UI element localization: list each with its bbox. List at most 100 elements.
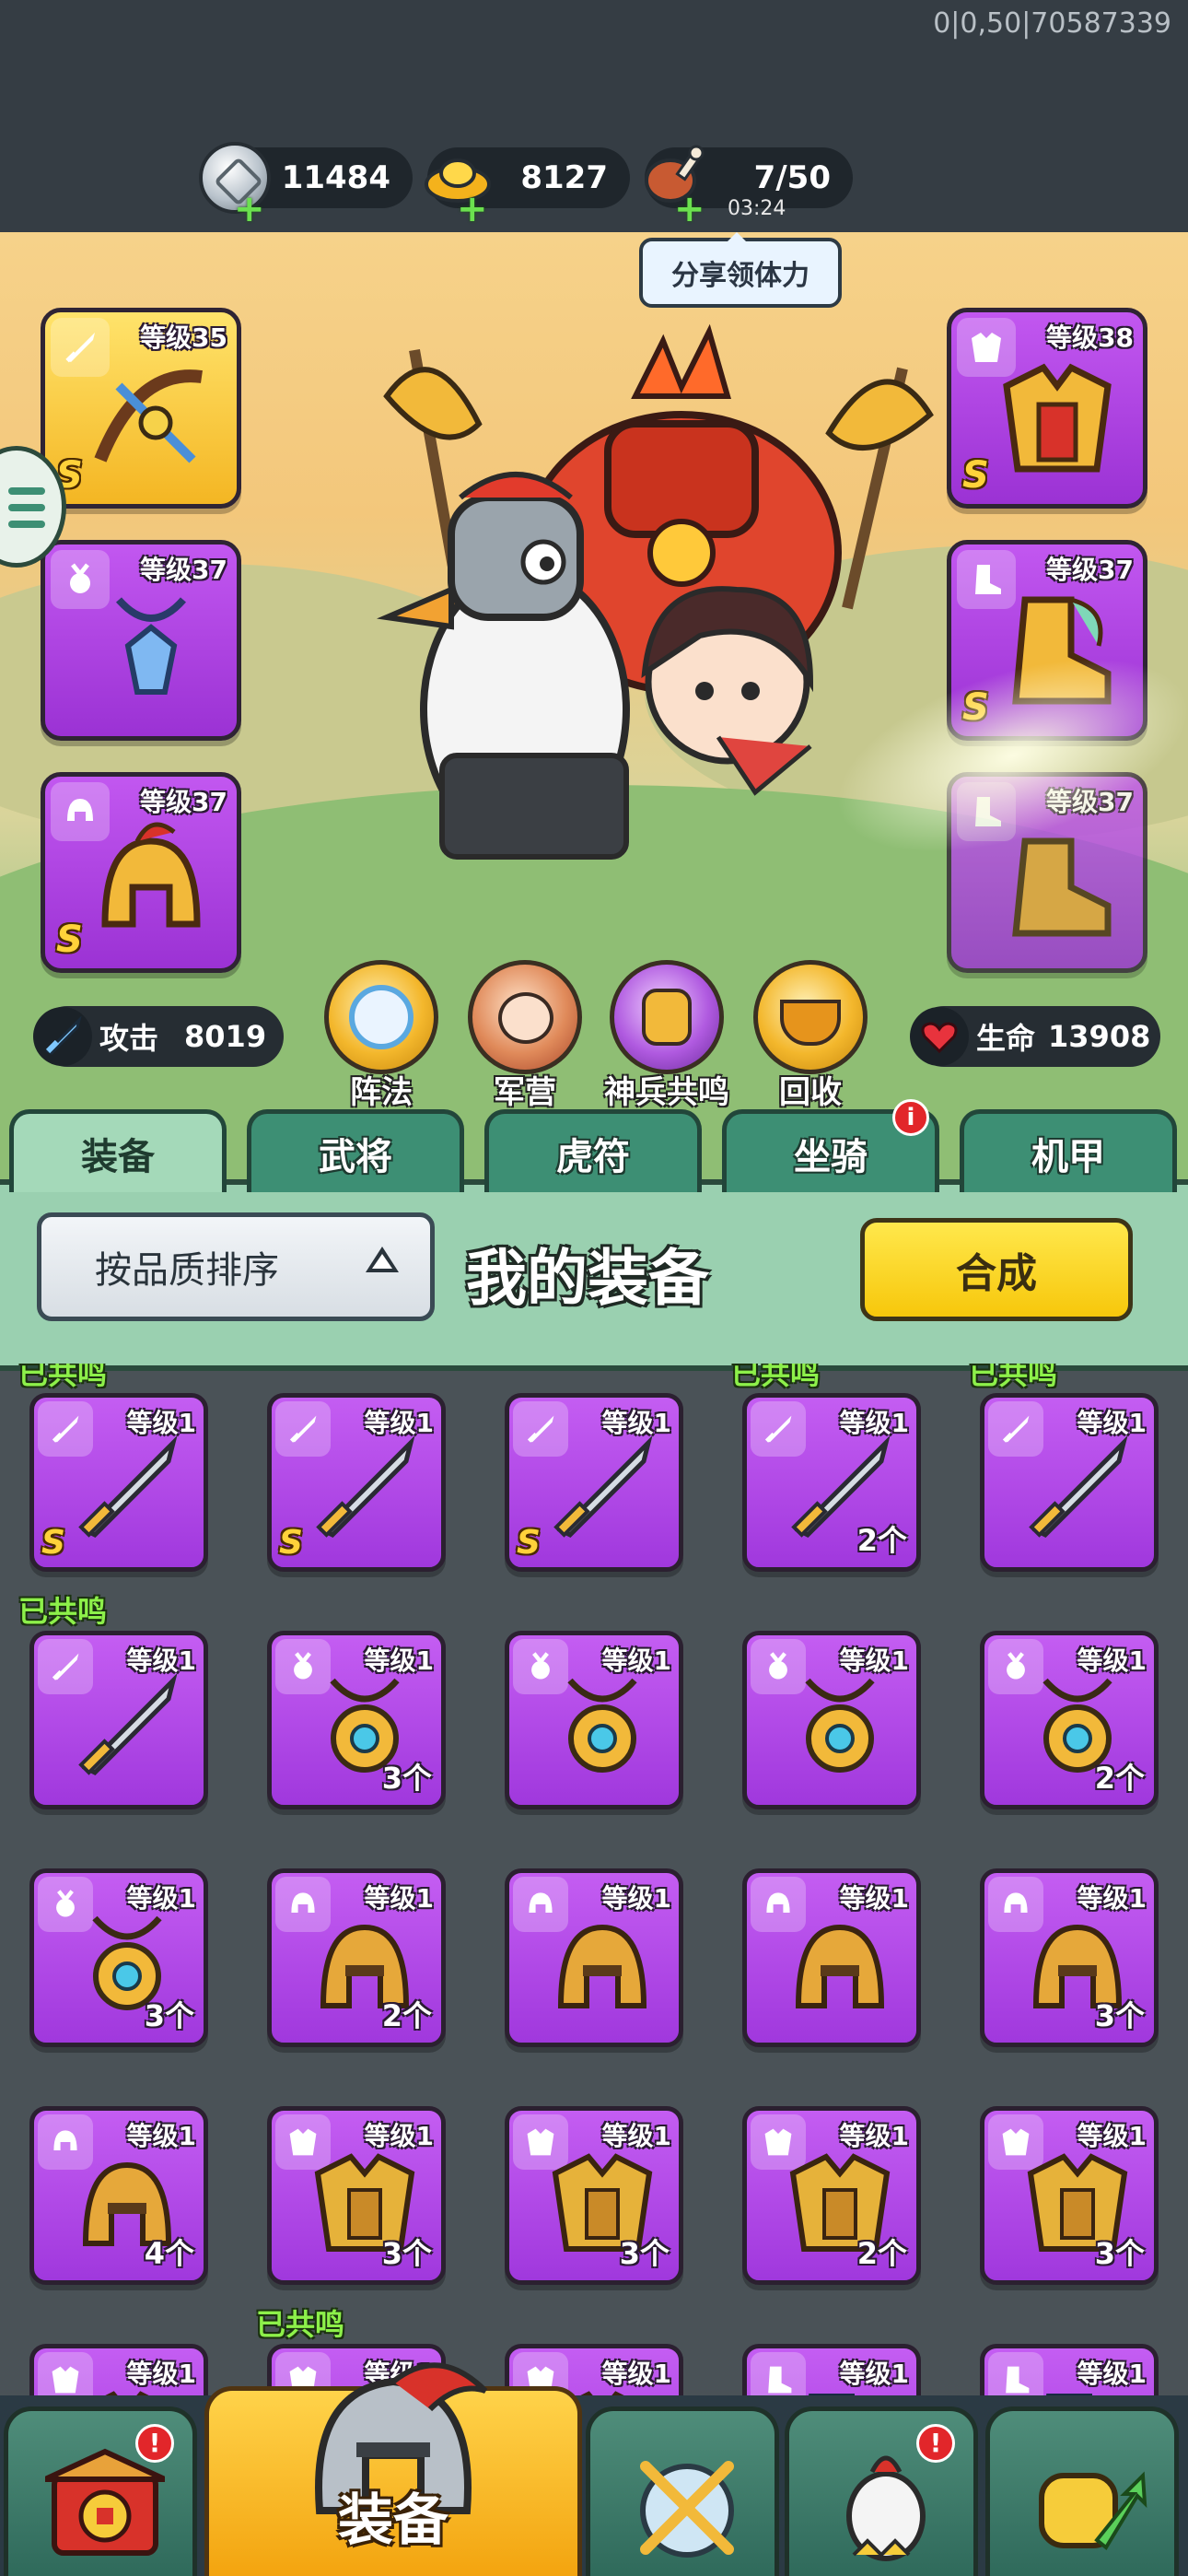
helmet-item-icon	[542, 1904, 662, 2024]
inventory-item[interactable]: 等级1 S	[505, 1393, 683, 1572]
inventory-item[interactable]: 等级1	[29, 1631, 208, 1809]
hero-characters-illustration	[376, 323, 934, 860]
item-count-text: 2个	[1094, 1761, 1145, 1796]
resonated-tag: 已共鸣	[256, 2307, 345, 2342]
inventory-item[interactable]: 等级1 2个	[742, 1393, 921, 1572]
attack-stat: 攻击 8019	[33, 1006, 284, 1067]
inventory-item[interactable]: 等级1	[980, 2344, 1159, 2395]
silver-resource[interactable]: + 11484	[199, 142, 413, 228]
recycle-button[interactable]: 回收	[746, 960, 875, 1112]
inventory-item[interactable]: 等级1	[742, 1868, 921, 2047]
nav-upgrade-button[interactable]	[985, 2406, 1179, 2576]
tab-equipment[interactable]: 装备	[9, 1109, 227, 1192]
attack-value: 8019	[184, 1019, 267, 1054]
inventory-item[interactable]: 等级1 3个	[505, 2106, 683, 2285]
equipped-armor-slot[interactable]: 等级38 S	[947, 308, 1147, 509]
hp-stat: 生命 13908	[910, 1006, 1160, 1067]
weapon-resonance-icon	[610, 960, 724, 1074]
inventory-item[interactable]: 等级1 S	[267, 1393, 446, 1572]
tab-mecha[interactable]: 机甲	[960, 1109, 1177, 1192]
item-count-text: 3个	[1094, 1998, 1145, 2033]
debug-id-text: 0|0,50|70587339	[933, 7, 1171, 40]
golden-helmet-icon	[101, 822, 201, 928]
attack-label: 攻击	[99, 1021, 159, 1056]
tab-mounts-label: 坐骑	[794, 1135, 868, 1178]
coin-gate-icon	[45, 2448, 165, 2556]
hp-label: 生命	[976, 1021, 1036, 1056]
sort-by-quality-select[interactable]: 按品质排序	[37, 1212, 435, 1321]
resonated-tag: 已共鸣	[18, 1364, 108, 1391]
inventory-item[interactable]: 等级1 4个	[29, 2106, 208, 2285]
share-for-stamina-button[interactable]: 分享领体力	[639, 232, 842, 308]
heart-icon	[910, 1007, 969, 1066]
tab-tiger-tally[interactable]: 虎符	[484, 1109, 702, 1192]
rarity-s-badge: S	[517, 1524, 541, 1562]
gold-resource[interactable]: + 8127	[425, 147, 630, 228]
inventory-item[interactable]: 等级1 3个	[980, 1868, 1159, 2047]
item-count-text: 3个	[381, 2236, 432, 2271]
inventory-grid: 等级1 S 已共鸣 等级1 S 等级1 S 等级1 2个 已共鸣 等级1 已共鸣 等级1 已共鸣 等级1 3个…	[0, 1364, 1188, 2395]
inventory-item[interactable]: 等级1	[29, 2344, 208, 2395]
formation-button[interactable]: 阵法	[317, 960, 446, 1112]
inventory-item[interactable]: 等级1 3个	[980, 2106, 1159, 2285]
inventory-item[interactable]: 等级1	[980, 1393, 1159, 1572]
nav-arena-button[interactable]	[586, 2406, 779, 2576]
nav-shop-button[interactable]: !	[4, 2406, 197, 2576]
inventory-item[interactable]: 等级1 3个	[29, 1868, 208, 2047]
equipped-amulet-slot[interactable]: 等级37	[41, 540, 241, 741]
stamina-amount: 7/50	[753, 159, 831, 196]
inventory-item[interactable]: 等级1 3个	[267, 1631, 446, 1809]
gold-amount: 8127	[520, 159, 608, 196]
formation-icon	[324, 960, 438, 1074]
stamina-timer: 03:24	[728, 197, 786, 220]
inventory-item[interactable]: 等级1 2个	[980, 1631, 1159, 1809]
rarity-s-badge: S	[56, 919, 83, 961]
nav-hero-button[interactable]: !	[785, 2406, 978, 2576]
boot-item-icon	[780, 2380, 900, 2395]
sword-item-icon	[67, 1429, 187, 1549]
top-bar: 0|0,50|70587339 + 11484 + 8127 + 7/50 03…	[0, 0, 1188, 232]
inventory-item[interactable]: 等级1 2个	[742, 2106, 921, 2285]
weapon-resonance-button[interactable]: 神兵共鸣	[602, 960, 731, 1112]
resonated-tag: 已共鸣	[969, 1364, 1058, 1391]
triangle-up-icon	[366, 1247, 399, 1272]
equipped-weapon-slot[interactable]: 等级35 S	[41, 308, 241, 509]
amulet-icon	[115, 597, 187, 695]
inventory-item[interactable]: 等级1 S	[29, 1393, 208, 1572]
inventory-item[interactable]: 等级1	[505, 1868, 683, 2047]
boot-item-icon	[1018, 2380, 1137, 2395]
pot-icon	[753, 960, 868, 1074]
section-title: 我的装备	[466, 1243, 709, 1314]
inventory-item[interactable]: 等级1 3个	[267, 2106, 446, 2285]
add-silver-icon[interactable]: +	[234, 191, 265, 228]
sword-item-icon	[542, 1429, 662, 1549]
barracks-button[interactable]: 军营	[460, 960, 589, 1112]
silver-amount: 11484	[281, 159, 390, 196]
helmet-item-icon	[780, 1904, 900, 2024]
hamburger-icon	[8, 487, 45, 495]
rarity-s-badge: S	[962, 454, 989, 497]
tab-generals[interactable]: 武将	[247, 1109, 464, 1192]
add-gold-icon[interactable]: +	[457, 191, 488, 228]
rarity-s-badge: S	[41, 1524, 65, 1562]
compose-button[interactable]: 合成	[860, 1218, 1133, 1321]
crossed-swords-shield-icon	[640, 2461, 734, 2558]
armor-item-icon	[67, 2380, 187, 2395]
nav-equipment-label: 装备	[338, 2488, 448, 2553]
add-stamina-icon[interactable]: +	[674, 191, 705, 228]
item-count-text: 3个	[144, 1998, 194, 2033]
inventory-item[interactable]: 等级1 2个	[267, 1868, 446, 2047]
sword-icon	[33, 1007, 92, 1066]
notification-badge: i	[892, 1099, 929, 1136]
tab-mounts[interactable]: 坐骑 i	[722, 1099, 939, 1192]
inventory-item[interactable]: 等级1	[742, 1631, 921, 1809]
chicken-hero-icon	[846, 2455, 926, 2561]
medal-item-icon	[780, 1667, 900, 1786]
item-count-text: 2个	[381, 1998, 432, 2033]
notification-badge: !	[916, 2424, 955, 2463]
nav-equipment-button[interactable]: 装备	[204, 2362, 582, 2576]
inventory-item[interactable]: 等级1	[742, 2344, 921, 2395]
item-count-text: 2个	[856, 1523, 907, 1558]
equipped-helmet-slot[interactable]: 等级37 S	[41, 772, 241, 973]
inventory-item[interactable]: 等级1	[505, 1631, 683, 1809]
